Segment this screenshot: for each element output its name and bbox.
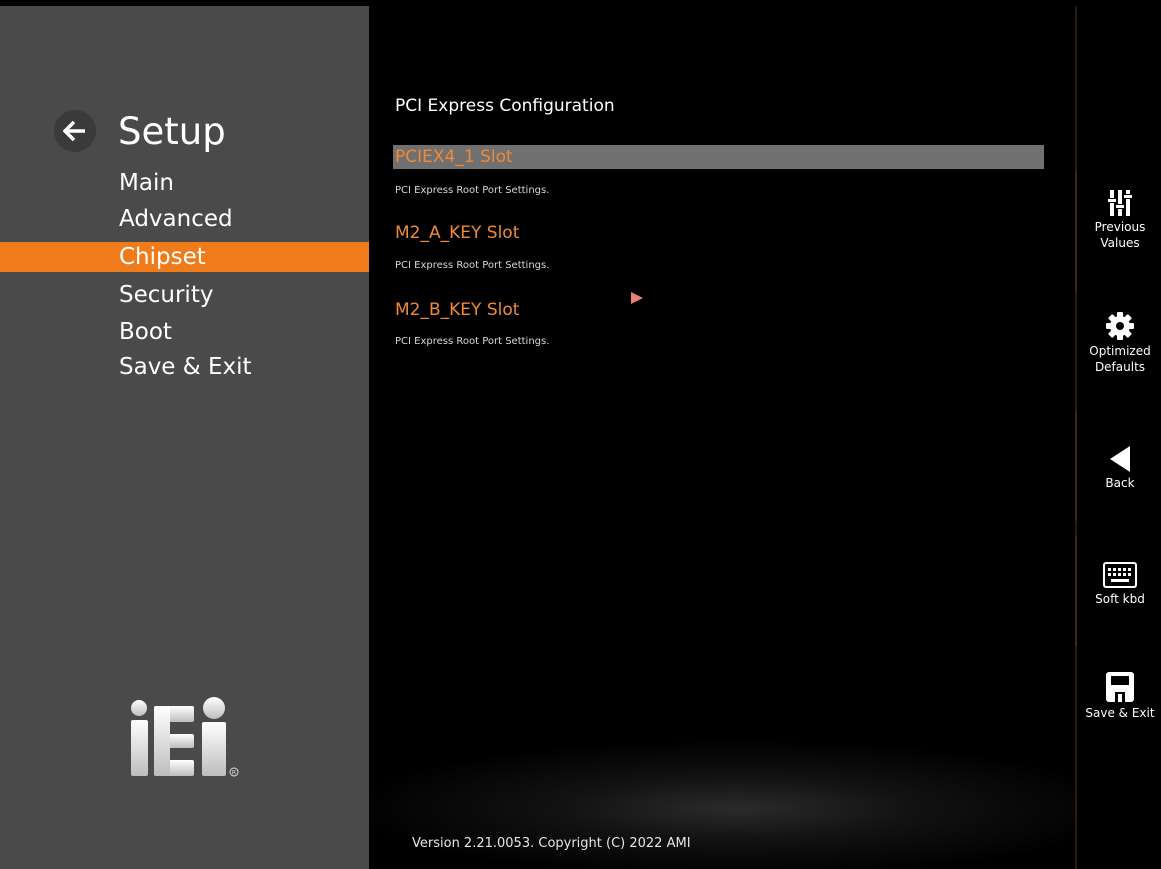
setup-header: Setup [54,106,226,156]
floppy-disk-icon [1106,672,1134,702]
optimized-defaults-label-2: Defaults [1094,360,1146,374]
triangle-left-icon [1110,446,1130,472]
nav-item-chipset[interactable]: Chipset [0,242,369,272]
nav-item-label: Main [119,170,174,196]
help-text: PCI Express Root Port Settings. [395,185,550,196]
back-button[interactable]: Back [1077,446,1161,491]
optimized-defaults-label-1: Optimized [1089,344,1151,358]
back-arrow-icon[interactable] [54,110,96,152]
help-text: PCI Express Root Port Settings. [395,260,550,271]
previous-values-label-2: Values [1100,236,1140,250]
nav-item-main[interactable]: Main [0,168,369,198]
previous-values-label-1: Previous [1094,220,1146,234]
svg-text:R: R [232,770,236,777]
toolbar: Previous Values Optimized Defaults Back [1075,6,1161,869]
nav-item-advanced[interactable]: Advanced [0,204,369,234]
gear-icon [1106,312,1134,340]
nav-item-save-exit[interactable]: Save & Exit [0,352,369,382]
soft-kbd-label: Soft kbd [1095,592,1145,606]
sidebar: Setup Main Advanced Chipset Security Boo… [0,6,369,869]
soft-kbd-button[interactable]: Soft kbd [1077,562,1161,607]
main-panel: PCI Express Configuration PCIEX4_1 Slot … [369,6,1075,869]
version-text: Version 2.21.0053. Copyright (C) 2022 AM… [412,836,691,851]
back-label: Back [1105,476,1135,490]
nav-item-label: Save & Exit [119,354,252,380]
help-text: PCI Express Root Port Settings. [395,336,550,347]
menu-item-m2-a-key-slot[interactable]: M2_A_KEY Slot [395,223,519,243]
save-exit-label: Save & Exit [1085,706,1155,720]
iei-logo: R [130,696,250,786]
nav-item-security[interactable]: Security [0,280,369,310]
menu-item-m2-b-key-slot[interactable]: M2_B_KEY Slot [395,300,519,320]
menu-item-pciex4-1-slot[interactable]: PCIEX4_1 Slot [393,145,1044,169]
previous-values-button[interactable]: Previous Values [1077,190,1161,251]
nav-item-boot[interactable]: Boot [0,317,369,347]
keyboard-icon [1103,562,1137,588]
sliders-icon [1108,190,1132,216]
save-exit-button[interactable]: Save & Exit [1077,672,1161,721]
nav-item-label: Security [119,282,214,308]
page-title: PCI Express Configuration [395,96,615,116]
nav-item-label: Advanced [119,206,233,232]
mouse-cursor-icon [631,292,643,304]
setup-title: Setup [118,109,226,153]
nav-item-label: Boot [119,319,172,345]
optimized-defaults-button[interactable]: Optimized Defaults [1077,312,1161,375]
nav-item-label: Chipset [119,244,206,270]
